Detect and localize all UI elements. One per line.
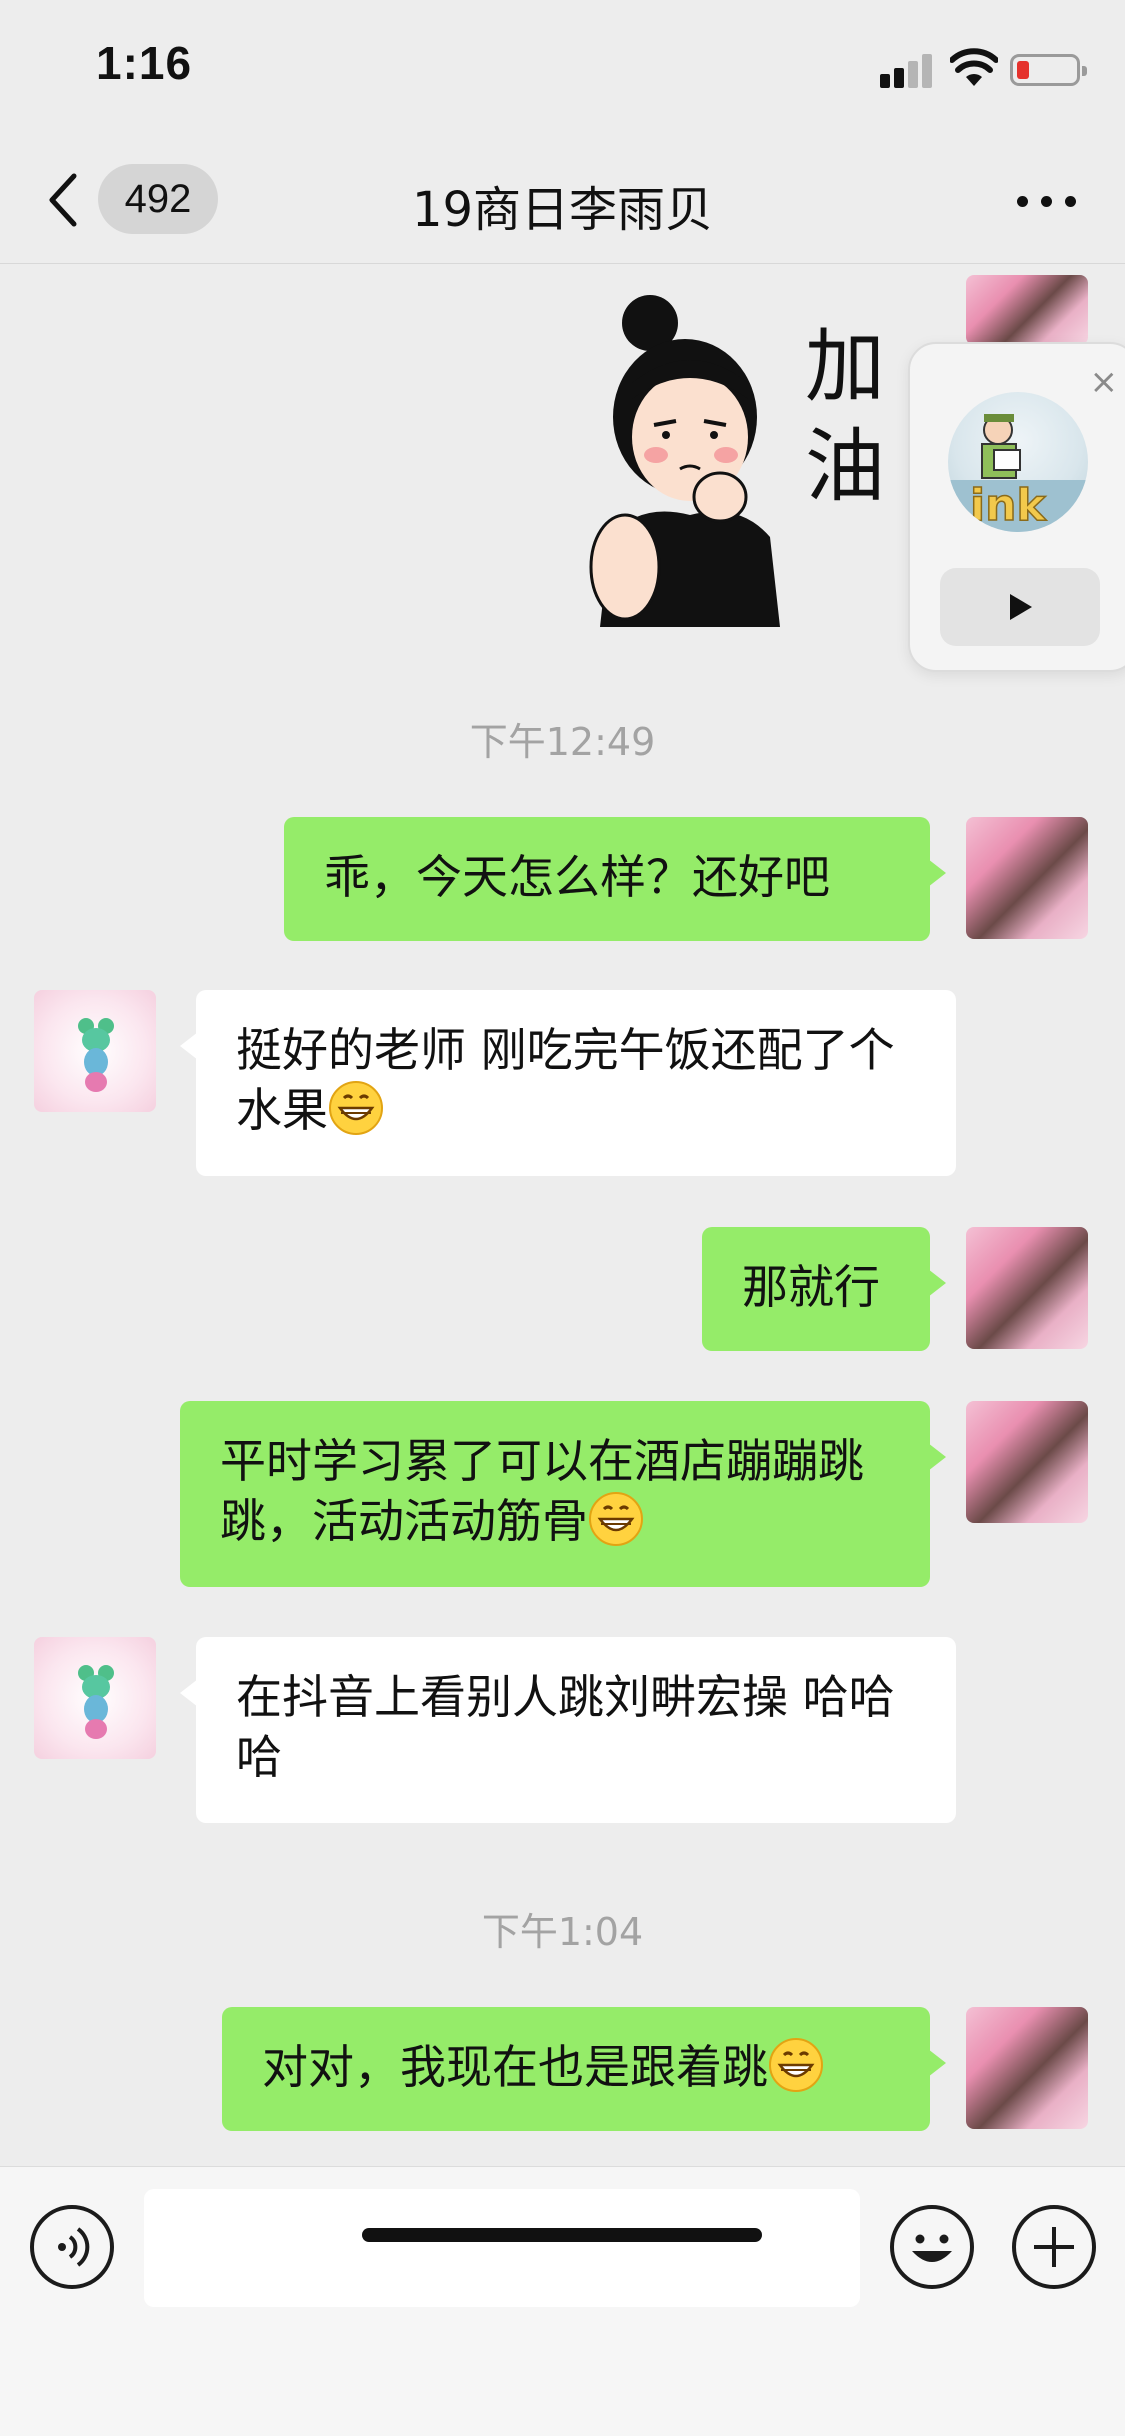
message-bubble-received[interactable]: 在抖音上看别人跳刘畊宏操 哈哈哈 <box>180 1637 956 1823</box>
message-text: 对对，我现在也是跟着跳 <box>262 2040 768 2094</box>
my-avatar[interactable] <box>966 1401 1088 1523</box>
message-bubble-received[interactable]: 挺好的老师 刚吃完午饭还配了个水果 <box>180 990 956 1176</box>
battery-level <box>1017 61 1029 79</box>
contact-avatar[interactable] <box>34 990 156 1112</box>
wifi-icon <box>950 48 998 86</box>
voice-wave-icon <box>58 2227 90 2267</box>
status-time: 1:16 <box>96 37 193 89</box>
my-avatar[interactable] <box>966 275 1088 345</box>
grinning-emoji-icon <box>589 1492 643 1546</box>
my-avatar[interactable] <box>966 1227 1088 1349</box>
cellular-signal-icon <box>880 54 936 88</box>
cartoon-reader-icon: ink <box>948 414 1088 532</box>
battery-icon <box>1010 54 1087 86</box>
grinning-emoji-icon <box>769 2038 823 2092</box>
floating-window[interactable]: × ink <box>908 342 1125 672</box>
sticker-message[interactable]: 加油 <box>580 287 900 637</box>
message-bubble-sent[interactable]: 乖，今天怎么样？还好吧 <box>284 817 946 941</box>
grinning-emoji-icon <box>329 1081 383 1135</box>
message-bubble-sent[interactable]: 那就行 <box>702 1227 946 1351</box>
my-avatar[interactable] <box>966 817 1088 939</box>
message-bubble-sent[interactable]: 对对，我现在也是跟着跳 <box>222 2007 946 2131</box>
floating-window-thumbnail[interactable]: ink <box>948 392 1088 532</box>
thumbnail-text: ink <box>970 480 1047 531</box>
status-bar: 1:16 <box>0 0 1125 140</box>
message-bubble-sent[interactable]: 平时学习累了可以在酒店蹦蹦跳跳，活动活动筋骨 <box>180 1401 946 1587</box>
my-avatar[interactable] <box>966 2007 1088 2129</box>
timestamp: 下午1:04 <box>481 1910 644 1954</box>
cheering-girl-sticker-icon <box>589 295 780 627</box>
play-button[interactable] <box>940 568 1100 646</box>
home-indicator[interactable] <box>362 2228 762 2242</box>
message-text: 平时学习累了可以在酒店蹦蹦跳跳，活动活动筋骨 <box>220 1434 864 1548</box>
play-icon <box>1010 594 1032 620</box>
add-icon <box>1034 2227 1074 2267</box>
plus-icon[interactable] <box>1012 2205 1096 2289</box>
input-bar <box>0 2166 1125 2436</box>
more-dots-icon[interactable] <box>1017 196 1077 208</box>
smile-face-icon <box>912 2234 952 2262</box>
contact-avatar[interactable] <box>34 1637 156 1759</box>
message-text: 乖，今天怎么样？还好吧 <box>324 850 830 904</box>
gummy-bear-icon <box>78 1018 114 1092</box>
voice-icon[interactable] <box>30 2205 114 2289</box>
message-text: 在抖音上看别人跳刘畊宏操 哈哈哈 <box>236 1670 895 1784</box>
chat-title: 19商日李雨贝 <box>411 182 714 238</box>
timestamp: 下午12:49 <box>469 720 656 764</box>
gummy-bear-icon <box>78 1665 114 1739</box>
emoji-icon[interactable] <box>890 2205 974 2289</box>
sticker-text: 加油 <box>805 320 885 513</box>
close-icon[interactable]: × <box>1090 362 1119 402</box>
message-input[interactable] <box>144 2189 860 2307</box>
message-text: 那就行 <box>742 1260 880 1314</box>
chat-header: 492 19商日李雨贝 <box>0 140 1125 264</box>
